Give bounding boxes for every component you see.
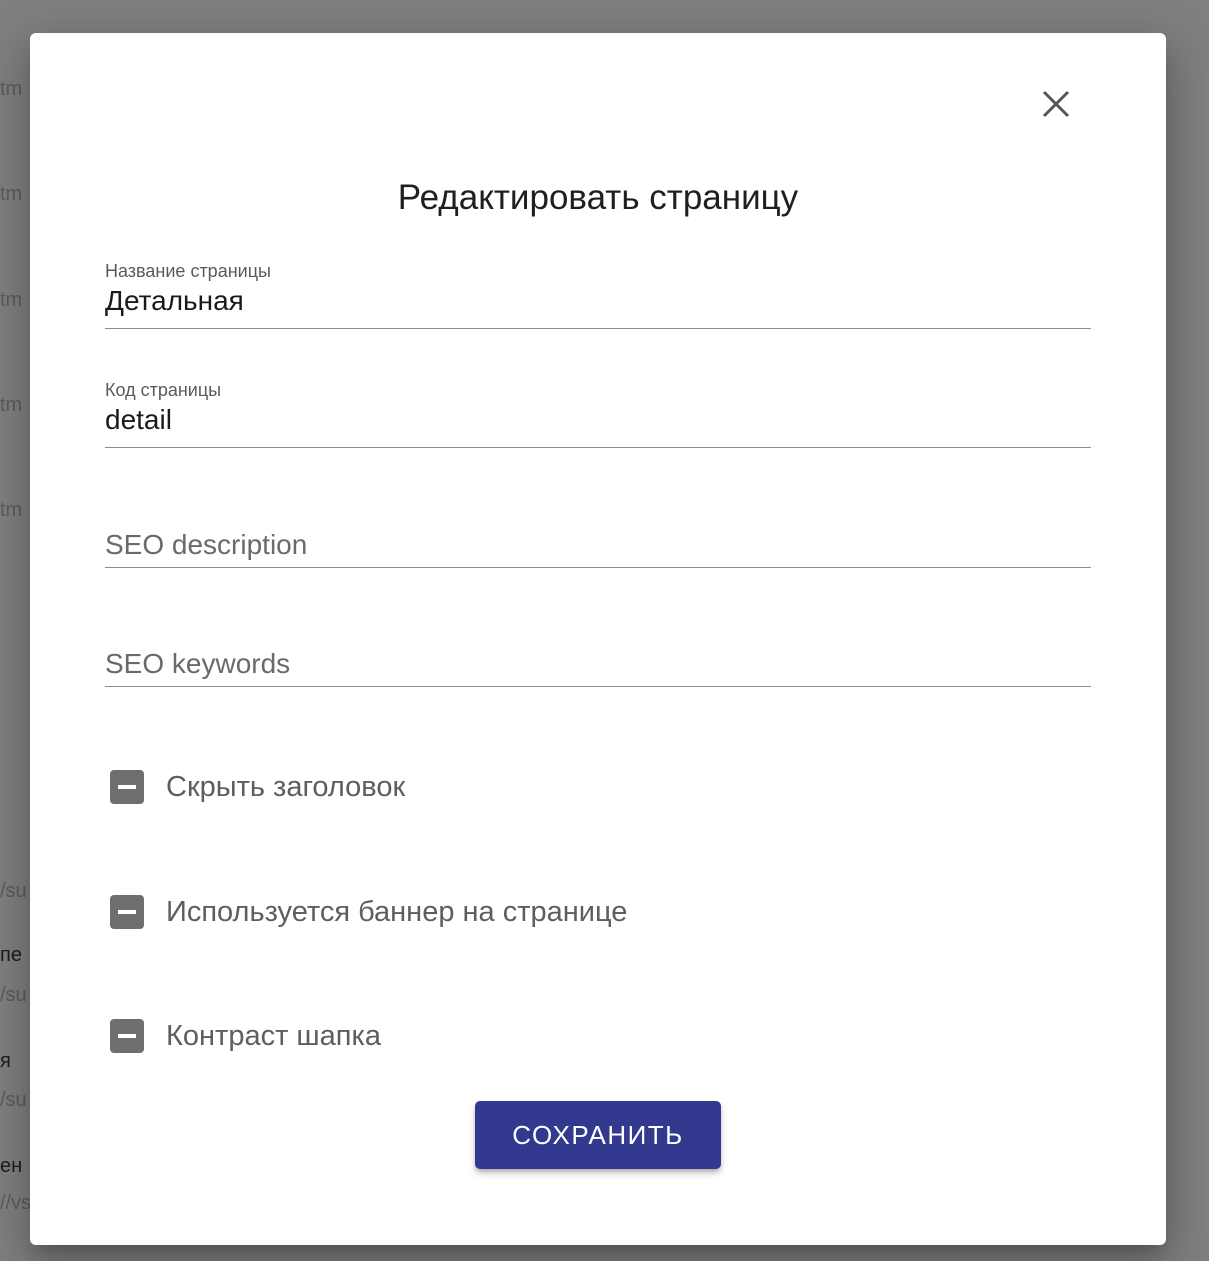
background-text-fragment: tm — [0, 289, 23, 311]
background-text-fragment: tm — [0, 499, 23, 521]
page-name-value[interactable]: Детальная — [105, 285, 244, 317]
seo-description-field[interactable]: SEO description — [105, 497, 1091, 568]
background-text-fragment: я — [0, 1050, 11, 1072]
background-text-fragment: tm — [0, 78, 23, 100]
close-icon — [1042, 90, 1070, 118]
background-text-fragment: tm — [0, 394, 23, 416]
page-code-value[interactable]: detail — [105, 404, 172, 436]
close-button[interactable] — [1033, 81, 1079, 127]
contrast-header-label: Контраст шапка — [166, 1019, 381, 1052]
banner-checkbox-row[interactable]: Используется баннер на странице — [110, 892, 627, 932]
banner-checkbox[interactable] — [110, 895, 144, 929]
page-name-label: Название страницы — [105, 261, 271, 281]
background-text-fragment: /su — [0, 1089, 27, 1111]
background-text-fragment: /su — [0, 984, 27, 1006]
seo-keywords-placeholder: SEO keywords — [105, 648, 291, 679]
contrast-header-checkbox-row[interactable]: Контраст шапка — [110, 1016, 381, 1056]
contrast-header-checkbox[interactable] — [110, 1019, 144, 1053]
background-text-fragment: //vs — [0, 1192, 30, 1214]
page-code-label: Код страницы — [105, 380, 222, 400]
hide-title-label: Скрыть заголовок — [166, 770, 406, 803]
background-text-fragment: ен — [0, 1155, 23, 1177]
background-text-fragment: tm — [0, 183, 23, 205]
seo-description-placeholder: SEO description — [105, 529, 308, 560]
dialog-title: Редактировать страницу — [397, 178, 799, 217]
seo-keywords-field[interactable]: SEO keywords — [105, 616, 1091, 687]
hide-title-checkbox-row[interactable]: Скрыть заголовок — [110, 767, 405, 807]
page-code-field[interactable]: Код страницы detail — [105, 377, 1091, 448]
edit-page-dialog: Редактировать страницу Название страницы… — [30, 33, 1166, 1245]
save-button[interactable]: СОХРАНИТЬ — [475, 1101, 721, 1169]
background-text-fragment: /su — [0, 880, 27, 902]
background-text-fragment: пе — [0, 944, 22, 966]
banner-label: Используется баннер на странице — [166, 895, 628, 928]
page-name-field[interactable]: Название страницы Детальная — [105, 258, 1091, 329]
hide-title-checkbox[interactable] — [110, 770, 144, 804]
